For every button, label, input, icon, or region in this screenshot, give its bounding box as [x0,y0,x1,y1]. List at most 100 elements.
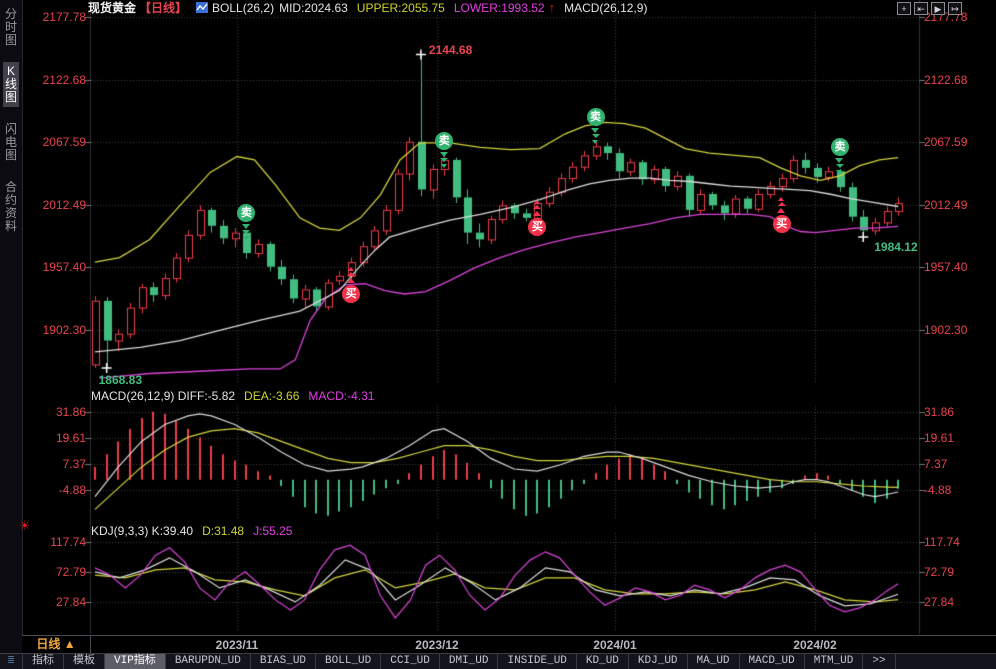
indicator-tab-bar: ≣ 指标模板VIP指标BARUPDN_UDBIAS_UDBOLL_UDCCI_U… [0,653,996,669]
up-arrow-icon: ↑ [549,0,556,15]
alert-sun-icon[interactable]: ☀ [19,519,31,532]
buy-arrow-icon [777,208,785,213]
price-axis-label: 2067.59 [28,135,86,149]
macd-axis-label: 7.37 [28,457,86,471]
zoom-out-axis-icon[interactable]: ⇤ [914,2,928,15]
sidebar-item-3[interactable]: 合约资料 [3,178,19,236]
tab-inside_ud[interactable]: INSIDE_UD [498,654,576,669]
price-axis-label: 1957.40 [28,260,86,274]
date-label: 2024/01 [575,638,655,652]
tab-kd_ud[interactable]: KD_UD [577,654,629,669]
kdj-axis-label: 27.84 [924,595,954,609]
tab-[interactable]: 指标 [23,654,64,669]
macd-axis-label: -4.88 [924,483,951,497]
price-annotation: 1984.12 [874,240,917,254]
price-axis-label: 2177.78 [28,10,86,24]
sidebar-item-2[interactable]: 闪电图 [3,120,19,165]
tab-mtm_ud[interactable]: MTM_UD [805,654,864,669]
tab-[interactable]: >> [863,654,895,669]
macd-param-label: MACD(26,12,9) [564,1,647,15]
chart-canvas[interactable] [0,0,996,669]
price-axis-label: 1902.30 [924,323,967,337]
menu-icon[interactable]: ≣ [0,654,23,669]
macd-axis-label: -4.88 [28,483,86,497]
price-axis-label: 2067.59 [924,135,967,149]
price-axis-label: 1957.40 [924,260,967,274]
kdj-axis-label: 117.74 [28,535,86,549]
trading-app-window: 现货黄金 【日线】 BOLL(26,2) MID:2024.63 UPPER:2… [0,0,996,669]
kdj-axis-label: 72.79 [924,565,954,579]
boll-lower-value: LOWER:1993.52 [454,1,545,15]
sell-arrow-icon [836,164,844,168]
sell-arrow-icon [592,134,600,138]
date-label: 2023/12 [397,638,477,652]
sidebar-item-0[interactable]: 分时图 [3,5,19,50]
period-tag: 【日线】 [139,0,187,16]
mini-chart-icon [196,2,208,13]
buy-arrow-icon [533,205,541,209]
sell-signal-marker: 卖 [435,132,453,150]
macd-axis-label: 7.37 [924,457,947,471]
zoom-in-axis-icon[interactable]: ▶ [931,2,945,15]
jump-latest-icon[interactable]: ↦ [948,2,962,15]
kdj-axis-label: 72.79 [28,565,86,579]
price-axis-label: 2012.49 [28,198,86,212]
tab-ma_ud[interactable]: MA_UD [688,654,740,669]
tab-macd_ud[interactable]: MACD_UD [740,654,805,669]
tab-kdj_ud[interactable]: KDJ_UD [629,654,688,669]
sell-arrow-icon [242,230,250,234]
chart-header: 现货黄金 【日线】 BOLL(26,2) MID:2024.63 UPPER:2… [88,0,647,15]
kdj-axis-label: 117.74 [924,535,960,549]
tab-dmi_ud[interactable]: DMI_UD [440,654,499,669]
macd-axis-label: 31.86 [924,405,954,419]
macd-axis-label: 31.86 [28,405,86,419]
sell-signal-marker: 卖 [587,108,605,126]
tab-[interactable]: 模板 [64,654,105,669]
crosshair-tool-icon[interactable]: + [897,2,911,15]
kdj-d-value: D:31.48 [202,524,244,538]
sell-arrow-icon [440,158,448,162]
date-label: 2024/02 [775,638,855,652]
sidebar-item-1[interactable]: K线图 [3,62,19,107]
buy-arrow-icon [534,200,540,204]
time-axis-row: 日线 ▲ 2023/11 2023/12 2024/01 2024/02 [22,635,996,654]
tab-boll_ud[interactable]: BOLL_UD [316,654,381,669]
buy-arrow-icon [347,272,355,276]
price-axis-label: 2122.68 [28,73,86,87]
buy-arrow-icon [778,202,786,206]
price-axis-label: 2122.68 [924,73,967,87]
buy-arrow-icon [347,278,355,283]
kdj-axis-label: 27.84 [28,595,86,609]
symbol-name: 现货黄金 [88,0,136,16]
price-annotation: 1868.83 [99,373,142,387]
kdj-panel-header: KDJ(9,3,3) K:39.40 D:31.48 J:55.25 [91,524,292,538]
tab-bias_ud[interactable]: BIAS_UD [251,654,316,669]
macd-dea-value: DEA:-3.66 [244,389,299,403]
buy-arrow-icon [533,211,541,216]
macd-macd-value: MACD:-4.31 [308,389,374,403]
buy-arrow-icon [778,197,784,201]
sell-arrow-icon [592,140,598,144]
period-selector[interactable]: 日线 ▲ [22,636,91,653]
kdj-j-value: J:55.25 [253,524,292,538]
price-annotation: 2144.68 [429,43,472,57]
buy-arrow-icon [348,267,354,271]
price-axis-label: 2012.49 [924,198,967,212]
macd-panel-header: MACD(26,12,9) DIFF:-5.82 DEA:-3.66 MACD:-4… [91,389,374,403]
chart-toolbar: +⇤▶↦ [897,2,962,15]
buy-signal-marker: 买 [342,285,360,303]
tab-cci_ud[interactable]: CCI_UD [381,654,440,669]
sell-arrow-icon [836,170,842,174]
macd-axis-label: 19.61 [924,431,954,445]
macd-diff-value: MACD(26,12,9) DIFF:-5.82 [91,389,235,403]
date-label: 2023/11 [197,638,277,652]
boll-mid-value: MID:2024.63 [279,1,348,15]
buy-signal-marker: 买 [773,215,791,233]
tab-barupdn_ud[interactable]: BARUPDN_UD [166,654,251,669]
sell-arrow-icon [243,236,249,240]
tab-vip[interactable]: VIP指标 [105,654,166,669]
sell-arrow-icon [242,224,250,229]
sell-arrow-icon [441,164,447,168]
kdj-k-value: KDJ(9,3,3) K:39.40 [91,524,193,538]
sell-arrow-icon [835,158,843,163]
